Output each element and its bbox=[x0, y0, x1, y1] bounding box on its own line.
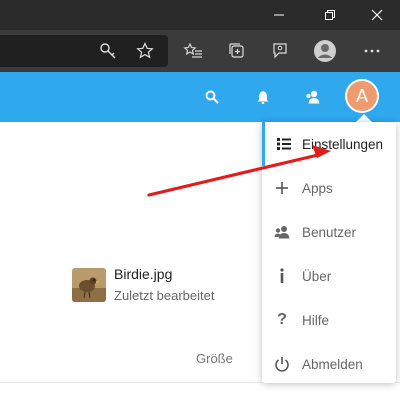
menu-item-label: Über bbox=[302, 268, 332, 284]
menu-item-label: Benutzer bbox=[302, 224, 357, 240]
question-icon: ? bbox=[277, 311, 287, 328]
restore-icon[interactable] bbox=[307, 0, 353, 30]
menu-item-hilfe[interactable]: ? Hilfe bbox=[262, 298, 396, 342]
feedback-icon[interactable] bbox=[265, 36, 295, 66]
users-icon bbox=[262, 210, 302, 254]
menu-item-label: Abmelden bbox=[302, 356, 363, 372]
menu-item-label: Einstellungen bbox=[302, 136, 384, 152]
file-name[interactable]: Birdie.jpg bbox=[114, 266, 172, 282]
power-icon bbox=[262, 342, 302, 386]
key-icon[interactable] bbox=[93, 36, 123, 66]
favorites-icon[interactable] bbox=[178, 36, 208, 66]
minimize-icon[interactable] bbox=[256, 0, 302, 30]
avatar[interactable]: A bbox=[345, 79, 379, 113]
info-icon bbox=[262, 254, 302, 298]
settings-menu: Einstellungen Apps Benutzer Über ? Hilfe… bbox=[262, 122, 396, 383]
file-thumbnail[interactable] bbox=[72, 268, 106, 302]
list-icon bbox=[265, 122, 302, 166]
app-header bbox=[0, 72, 400, 122]
menu-item-label: Hilfe bbox=[302, 312, 330, 328]
profile-icon[interactable] bbox=[310, 36, 340, 66]
menu-item-benutzer[interactable]: Benutzer bbox=[262, 210, 396, 254]
column-header-size[interactable]: Größe bbox=[196, 351, 233, 366]
menu-item-apps[interactable]: Apps bbox=[262, 166, 396, 210]
contacts-icon[interactable] bbox=[303, 87, 323, 107]
menu-item-abmelden[interactable]: Abmelden bbox=[262, 342, 396, 386]
close-icon[interactable] bbox=[354, 0, 400, 30]
more-icon[interactable] bbox=[357, 36, 387, 66]
menu-item-einstellungen[interactable]: Einstellungen bbox=[262, 122, 396, 166]
search-icon[interactable] bbox=[202, 87, 222, 107]
plus-icon bbox=[262, 166, 302, 210]
collections-icon[interactable] bbox=[222, 36, 252, 66]
file-subtitle: Zuletzt bearbeitet bbox=[114, 288, 215, 303]
menu-item-label: Apps bbox=[302, 180, 333, 196]
menu-item-ueber[interactable]: Über bbox=[262, 254, 396, 298]
star-icon[interactable] bbox=[130, 36, 160, 66]
bell-icon[interactable] bbox=[253, 87, 273, 107]
browser-titlebar bbox=[0, 0, 400, 30]
